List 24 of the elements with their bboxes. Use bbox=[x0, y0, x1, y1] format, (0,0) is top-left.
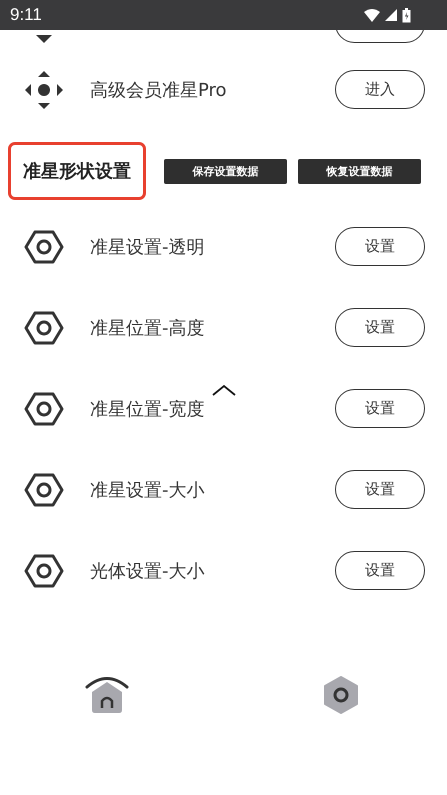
item-label: 高级会员准星Pro bbox=[90, 78, 228, 102]
settings-button[interactable]: 设置 bbox=[335, 389, 425, 428]
setting-label: 光体设置-大小 bbox=[90, 560, 206, 582]
settings-button[interactable]: 设置 bbox=[335, 551, 425, 590]
data-button[interactable]: 保存设置数据 bbox=[164, 158, 287, 184]
battery-icon bbox=[402, 8, 411, 22]
wifi-icon bbox=[364, 8, 380, 22]
section-title: 准星形状设置 bbox=[8, 142, 146, 200]
status-time: 9:11 bbox=[10, 5, 42, 25]
setting-label: 准星位置-宽度 bbox=[90, 398, 206, 420]
settings-button[interactable]: 设置 bbox=[335, 227, 425, 266]
signal-icon bbox=[385, 9, 397, 21]
setting-label: 准星位置-高度 bbox=[90, 316, 206, 340]
setting-label: 准星设置-透明 bbox=[90, 236, 206, 258]
data-button[interactable]: 恢复设置数据 bbox=[298, 158, 421, 184]
directional-pad-icon bbox=[24, 70, 64, 110]
home-icon[interactable] bbox=[84, 675, 130, 715]
setting-label: 准星设置-大小 bbox=[90, 478, 206, 502]
hexagon-icon[interactable] bbox=[323, 675, 359, 715]
enter-button[interactable]: 进入 bbox=[335, 70, 425, 109]
caret-icon[interactable] bbox=[212, 384, 236, 396]
settings-button[interactable]: 设置 bbox=[335, 470, 425, 509]
triangle-icon bbox=[36, 35, 52, 43]
settings-button[interactable]: 设置 bbox=[335, 308, 425, 347]
